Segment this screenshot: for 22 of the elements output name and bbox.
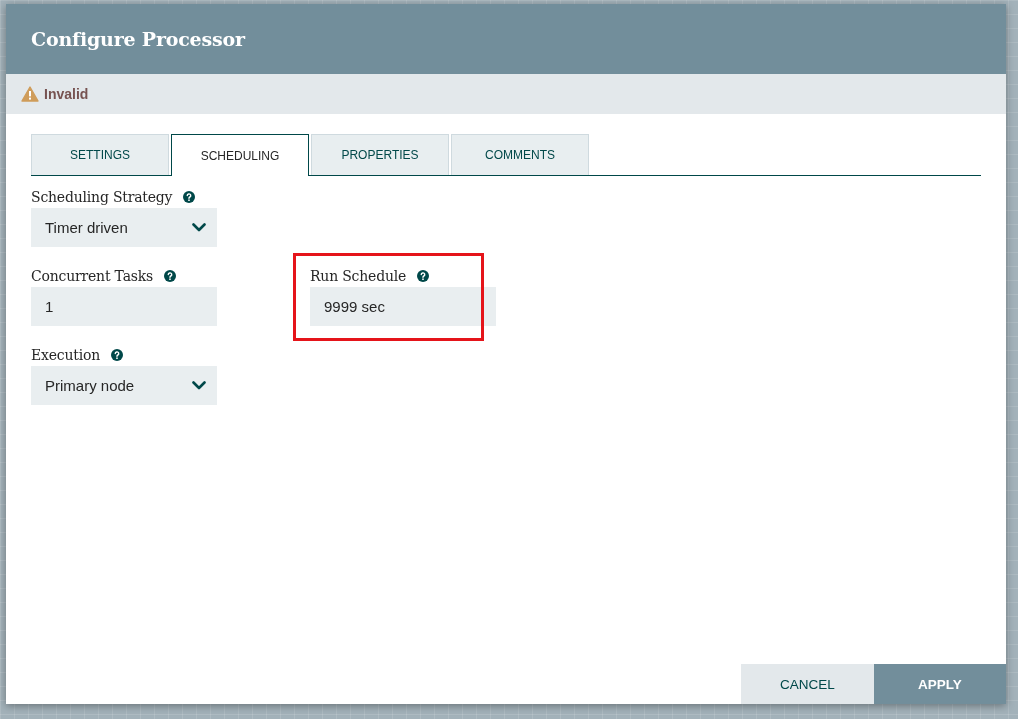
field-label: Scheduling Strategy: [31, 188, 173, 205]
field-label: Execution: [31, 346, 100, 363]
field-label: Concurrent Tasks: [31, 267, 154, 284]
chevron-down-icon: [192, 381, 206, 390]
warning-icon: [21, 86, 39, 102]
help-icon[interactable]: [111, 348, 123, 361]
tab[interactable]: PROPERTIES: [311, 134, 449, 175]
status-text: Invalid: [44, 86, 89, 102]
dropdown[interactable]: Primary node: [31, 366, 217, 405]
tab[interactable]: SCHEDULING: [171, 134, 309, 176]
dialog-title: Configure Processor: [31, 28, 245, 50]
tab[interactable]: SETTINGS: [31, 134, 169, 175]
help-icon[interactable]: [164, 269, 177, 282]
field-label: Run Schedule: [310, 267, 407, 284]
help-icon[interactable]: [183, 190, 196, 203]
chevron-down-icon: [192, 223, 206, 232]
text-field[interactable]: 1: [31, 287, 217, 326]
tab[interactable]: COMMENTS: [451, 134, 589, 175]
cancel-button[interactable]: CANCEL: [741, 664, 874, 704]
help-icon[interactable]: [417, 269, 430, 282]
dropdown[interactable]: Timer driven: [31, 208, 217, 247]
text-field[interactable]: 9999 sec: [310, 287, 496, 326]
